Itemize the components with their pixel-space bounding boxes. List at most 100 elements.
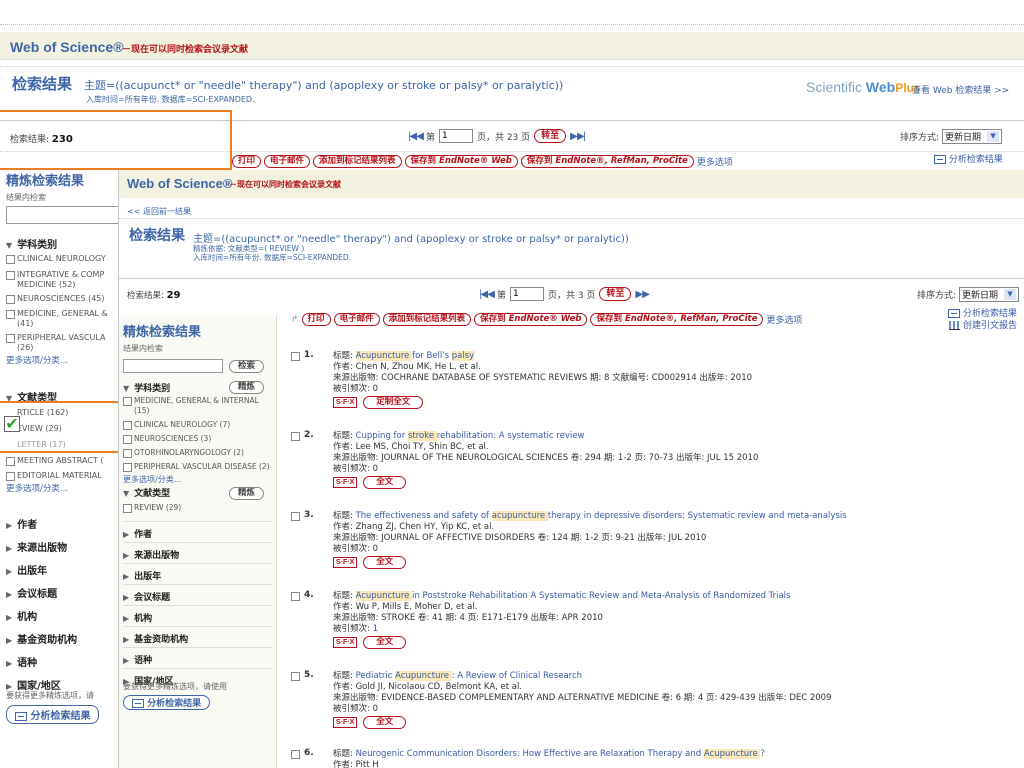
list-item[interactable]: LETTER (17): [6, 440, 120, 450]
section-conference[interactable]: ▶ 会议标题: [6, 585, 120, 608]
next-last-icon[interactable]: ▶ ▶: [635, 289, 649, 300]
list-item[interactable]: CLINICAL NEUROLOGY (7): [123, 420, 271, 430]
result-title[interactable]: 标题: The effectiveness and safety of acup…: [333, 511, 1023, 522]
result-checkbox[interactable]: [291, 749, 300, 759]
result-title[interactable]: 标题: Acupuncture in Poststroke Rehabilita…: [333, 591, 1023, 602]
refine-button[interactable]: 精炼: [229, 381, 265, 394]
email-button[interactable]: 电子邮件: [264, 155, 311, 168]
section-funding[interactable]: ▶ 基金资助机构: [123, 626, 273, 647]
list-item[interactable]: NEUROSCIENCES (45): [6, 294, 120, 304]
back-link[interactable]: << 返回前一结果: [127, 206, 191, 217]
list-item[interactable]: EDITORIAL MATERIAL: [6, 471, 120, 481]
fulltext-button[interactable]: 全文: [363, 636, 407, 649]
next-last-icon[interactable]: ▶ ▶|: [570, 131, 586, 142]
list-item[interactable]: OTORHINOLARYNGOLOGY (2): [123, 448, 271, 458]
print-button[interactable]: 打印: [232, 155, 262, 168]
result-checkbox[interactable]: [291, 511, 300, 521]
checkbox[interactable]: [123, 397, 132, 406]
list-item[interactable]: PERIPHERAL VASCULAR DISEASE (2): [123, 462, 271, 472]
list-item[interactable]: MEDICINE, GENERAL & INTERNAL (15): [123, 396, 271, 416]
section-org[interactable]: ▶ 机构: [123, 605, 273, 626]
result-title[interactable]: 标题: Acupuncture for Bell's palsy: [333, 351, 1023, 362]
result-title[interactable]: 标题: Neurogenic Communication Disorders: …: [333, 749, 1023, 760]
checkbox[interactable]: [6, 334, 15, 343]
section-language[interactable]: ▶ 语种: [123, 647, 273, 668]
page-input[interactable]: [438, 129, 473, 143]
result-checkbox[interactable]: [291, 351, 300, 361]
list-item[interactable]: MEDICINE, GENERAL &: [6, 309, 120, 319]
section-source[interactable]: ▶ 来源出版物: [123, 542, 273, 563]
result-checkbox[interactable]: [291, 591, 300, 601]
section-author[interactable]: ▶ 作者: [6, 516, 120, 539]
list-item[interactable]: PERIPHERAL VASCULA: [6, 333, 120, 343]
doctype-header[interactable]: ▼ 文献类型: [123, 486, 170, 499]
result-title[interactable]: 标题: Cupping for stroke rehabilitation: A…: [333, 431, 1023, 442]
goto-button[interactable]: 转至: [534, 129, 567, 143]
add-marked-button[interactable]: 添加到标记结果列表: [313, 155, 402, 168]
add-marked-button[interactable]: 添加到标记结果列表: [382, 313, 472, 326]
result-title[interactable]: 标题: Pediatric Acupuncture : A Review of …: [333, 671, 1023, 682]
email-button[interactable]: 电子邮件: [333, 313, 380, 326]
section-source[interactable]: ▶ 来源出版物: [6, 539, 120, 562]
checkbox[interactable]: [123, 421, 132, 430]
first-prev-icon[interactable]: |◀ ◀: [408, 131, 424, 142]
subject-header[interactable]: ▼ 学科类别: [6, 236, 57, 251]
section-funding[interactable]: ▶ 基金资助机构: [6, 631, 120, 654]
scientific-webplus-logo[interactable]: Scientific WebPlus: [806, 79, 921, 95]
section-author[interactable]: ▶ 作者: [123, 521, 273, 542]
more-link[interactable]: 更多选项/分类...: [123, 474, 271, 485]
checkbox[interactable]: [6, 472, 15, 481]
section-org[interactable]: ▶ 机构: [6, 608, 120, 631]
result-checkbox[interactable]: [291, 671, 300, 681]
list-item[interactable]: RTICLE (162): [6, 408, 120, 418]
subject-header[interactable]: ▼ 学科类别: [123, 381, 170, 394]
list-item[interactable]: CLINICAL NEUROLOGY: [6, 254, 120, 264]
list-item[interactable]: MEETING ABSTRACT (: [6, 456, 120, 466]
sort-select[interactable]: 更新日期 ▼: [959, 287, 1020, 302]
citation-report-link[interactable]: 创建引文报告: [949, 321, 1017, 331]
analyze-results-button[interactable]: 分析检索结果: [123, 695, 211, 710]
section-language[interactable]: ▶ 语种: [6, 654, 120, 677]
sfx-icon[interactable]: S·F·X: [333, 557, 358, 568]
more-options-link[interactable]: 更多选项: [697, 155, 733, 168]
checkbox[interactable]: [6, 310, 15, 319]
check-icon[interactable]: ✔: [4, 416, 20, 432]
more-options-link[interactable]: 更多选项: [766, 313, 802, 326]
search-button[interactable]: 检索: [229, 360, 265, 373]
checkbox[interactable]: [6, 255, 15, 264]
save-endnote-button[interactable]: 保存到 EndNote®, RefMan, ProCite: [520, 155, 694, 168]
more-link[interactable]: 更多选项/分类...: [6, 482, 120, 494]
save-endnote-button[interactable]: 保存到 EndNote®, RefMan, ProCite: [590, 313, 764, 326]
section-year[interactable]: ▶ 出版年: [123, 563, 273, 584]
wos-logo[interactable]: Web of Science®: [10, 39, 124, 55]
first-prev-icon[interactable]: |◀ ◀: [479, 289, 495, 300]
within-search-input[interactable]: [6, 206, 120, 224]
checkbox[interactable]: [123, 449, 132, 458]
list-item[interactable]: NEUROSCIENCES (3): [123, 434, 271, 444]
analyze-results-link[interactable]: 分析检索结果: [934, 155, 1003, 165]
fulltext-button[interactable]: 全文: [363, 716, 407, 729]
more-link[interactable]: 更多选项/分类...: [6, 354, 120, 366]
save-endnote-web-button[interactable]: 保存到 EndNote® Web: [404, 155, 518, 168]
checkbox[interactable]: [123, 504, 132, 513]
fulltext-button[interactable]: 定制全文: [363, 396, 424, 409]
sfx-icon[interactable]: S·F·X: [333, 397, 358, 408]
sfx-icon[interactable]: S·F·X: [333, 637, 358, 648]
analyze-results-link[interactable]: 分析检索结果: [948, 309, 1017, 319]
sfx-icon[interactable]: S·F·X: [333, 717, 358, 728]
sort-select[interactable]: 更新日期 ▼: [942, 129, 1003, 144]
list-item[interactable]: REVIEW (29): [123, 503, 181, 513]
result-checkbox[interactable]: [291, 431, 300, 441]
checkbox[interactable]: [6, 271, 15, 280]
refine-button[interactable]: 精炼: [229, 487, 265, 500]
fulltext-button[interactable]: 全文: [363, 476, 407, 489]
list-item[interactable]: INTEGRATIVE & COMP: [6, 270, 120, 280]
checkbox[interactable]: [123, 463, 132, 472]
sfx-icon[interactable]: S·F·X: [333, 477, 358, 488]
save-endnote-web-button[interactable]: 保存到 EndNote® Web: [474, 313, 588, 326]
section-conference[interactable]: ▶ 会议标题: [123, 584, 273, 605]
section-year[interactable]: ▶ 出版年: [6, 562, 120, 585]
wos-logo[interactable]: Web of Science®: [127, 176, 232, 191]
page-input[interactable]: [509, 287, 544, 301]
checkbox[interactable]: [6, 457, 15, 466]
